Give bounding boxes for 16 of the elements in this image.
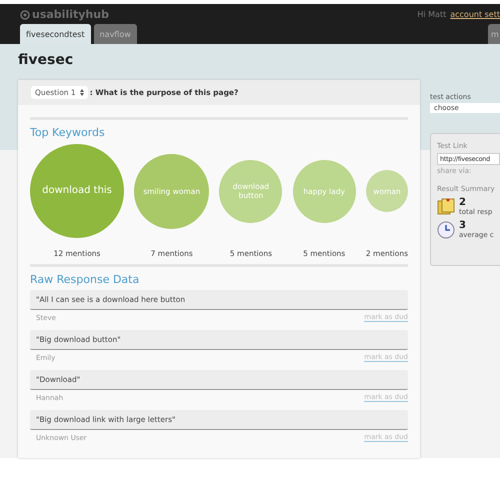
stat-value: 2: [459, 198, 467, 208]
select-arrows-icon: [80, 89, 84, 96]
keyword-bubble: download this: [30, 144, 124, 238]
sticky-notes-icon: [437, 198, 455, 216]
section-title: Raw Response Data: [30, 273, 140, 286]
tab[interactable]: navflow: [94, 24, 137, 44]
logo-icon: [20, 10, 30, 20]
clock-icon: [437, 221, 455, 239]
greeting-text: Hi Matt: [417, 10, 446, 19]
section-title: Top Keywords: [30, 126, 106, 139]
page-title: fivesec: [18, 52, 74, 68]
stat-value: 3: [459, 221, 467, 231]
tab[interactable]: m: [488, 24, 500, 44]
tab[interactable]: fivesecondtest: [20, 24, 91, 44]
logo-text: usabilityhub: [32, 8, 109, 21]
account-settings-link[interactable]: account sett: [450, 10, 500, 19]
